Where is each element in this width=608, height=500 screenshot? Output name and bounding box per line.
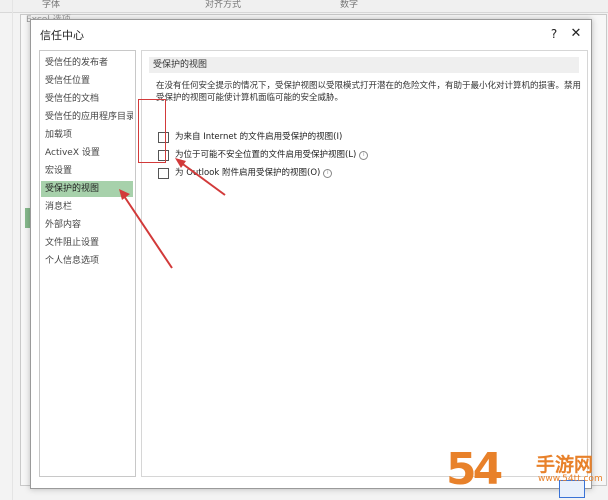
annotation-arrowhead-checkboxes [175, 158, 186, 168]
annotation-arrow-nav [123, 195, 173, 269]
annotation-arrows [119, 158, 226, 269]
site-watermark: 54 手游网 www.54tt.com [446, 444, 606, 500]
watermark-number: 54 [446, 444, 503, 495]
annotation-arrow-checkboxes [179, 161, 226, 196]
watermark-brand: 手游网 [536, 454, 594, 476]
watermark-url: www.54tt.com [538, 474, 603, 484]
